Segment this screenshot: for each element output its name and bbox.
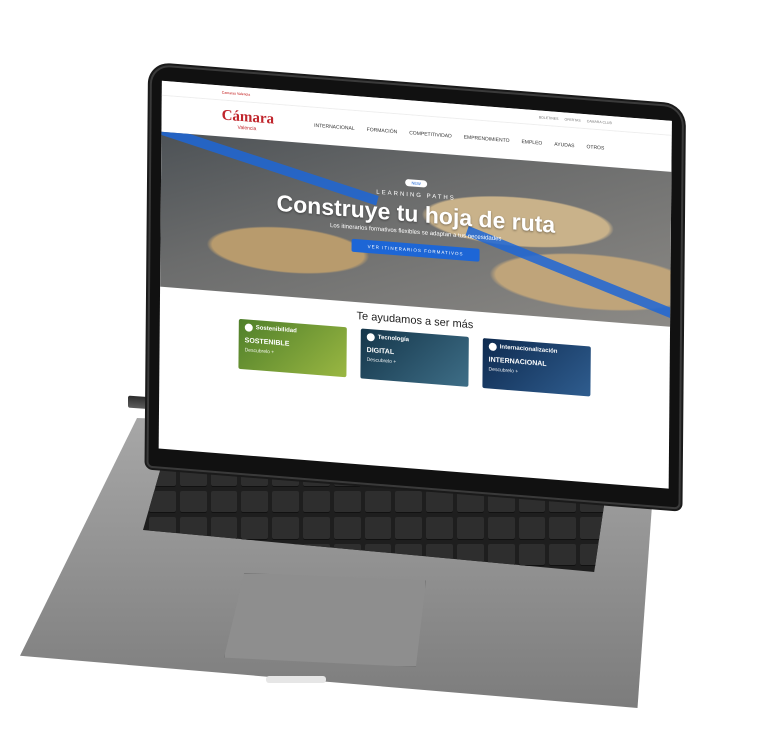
laptop-notch: [266, 676, 326, 683]
topbar-right-links: BOLETINES OFERTAS CAMARA CLUB: [539, 115, 612, 125]
topbar-link-3[interactable]: CAMARA CLUB: [587, 119, 612, 125]
keyboard-key: [302, 490, 330, 514]
keyboard-key: [426, 517, 453, 540]
card-logo-icon: [244, 323, 253, 332]
keyboard-key: [364, 490, 392, 514]
keyboard-key: [302, 517, 330, 540]
hero-content: NEW LEARNING PATHS Construye tu hoja de …: [161, 152, 672, 277]
keyboard-key: [241, 490, 269, 514]
topbar-link-1[interactable]: BOLETINES: [539, 115, 559, 121]
topbar-link-2[interactable]: OFERTAS: [564, 117, 580, 122]
card-tag-text: Internacionalización: [499, 344, 558, 355]
topbar-left[interactable]: Camaras Valencia: [222, 90, 250, 96]
keyboard-key: [210, 517, 238, 540]
hero-badge: NEW: [405, 178, 427, 188]
nav-item-empleo[interactable]: EMPLEO: [521, 139, 542, 147]
card-digital[interactable]: Tecnología DIGITAL Descubrelo +: [360, 328, 469, 387]
keyboard-key: [210, 490, 238, 514]
keyboard-key: [456, 517, 484, 540]
nav-item-ayudas[interactable]: AYUDAS: [554, 142, 574, 150]
keyboard-key: [395, 517, 423, 540]
trackpad: [224, 573, 426, 667]
keyboard-key: [364, 517, 392, 540]
hero-cta-button[interactable]: VER ITINERARIOS FORMATIVOS: [351, 238, 480, 262]
nav-item-otros[interactable]: OTROS: [586, 144, 604, 151]
keyboard-key: [426, 490, 453, 514]
nav-item-competitividad[interactable]: COMPETITIVIDAD: [409, 130, 452, 139]
nav-item-internacional[interactable]: INTERNACIONAL: [314, 123, 355, 132]
keyboard-key: [241, 517, 269, 540]
laptop-lid: Camaras Valencia BOLETINES OFERTAS CAMAR…: [148, 66, 682, 508]
card-sostenible[interactable]: Sostenibilidad SOSTENIBLE Descubrelo +: [238, 318, 347, 378]
keyboard-key: [456, 490, 484, 514]
card-logo-icon: [366, 332, 375, 342]
card-tag-text: Tecnología: [377, 334, 410, 344]
card-tag: Internacionalización: [488, 342, 585, 359]
keyboard-key: [272, 517, 299, 540]
card-tag-text: Sostenibilidad: [255, 325, 297, 335]
keyboard-key: [272, 490, 299, 514]
site-logo[interactable]: Cámara Valencia: [221, 107, 275, 133]
keyboard-key: [549, 517, 577, 540]
keyboard-key: [549, 543, 577, 566]
nav-item-formacion[interactable]: FORMACIÓN: [367, 127, 398, 135]
keyboard-key: [333, 490, 361, 514]
nav-item-emprendimiento[interactable]: EMPRENDIMIENTO: [464, 135, 510, 145]
hero-headline: Construye tu hoja de ruta: [276, 189, 556, 238]
keyboard-key: [179, 490, 207, 514]
photo-stage: Camaras Valencia BOLETINES OFERTAS CAMAR…: [0, 0, 771, 735]
logo-subtext: Valencia: [237, 124, 257, 132]
keyboard-key: [395, 490, 423, 514]
card-tag: Sostenibilidad: [244, 323, 341, 339]
keyboard-key: [518, 543, 546, 566]
card-internacional[interactable]: Internacionalización INTERNACIONAL Descu…: [482, 338, 591, 397]
keyboard-key: [487, 517, 515, 540]
card-logo-icon: [488, 342, 497, 352]
card-tag: Tecnología: [366, 332, 463, 349]
keyboard-key: [518, 517, 546, 540]
website-screen: Camaras Valencia BOLETINES OFERTAS CAMAR…: [158, 80, 672, 489]
keyboard-key: [333, 517, 361, 540]
